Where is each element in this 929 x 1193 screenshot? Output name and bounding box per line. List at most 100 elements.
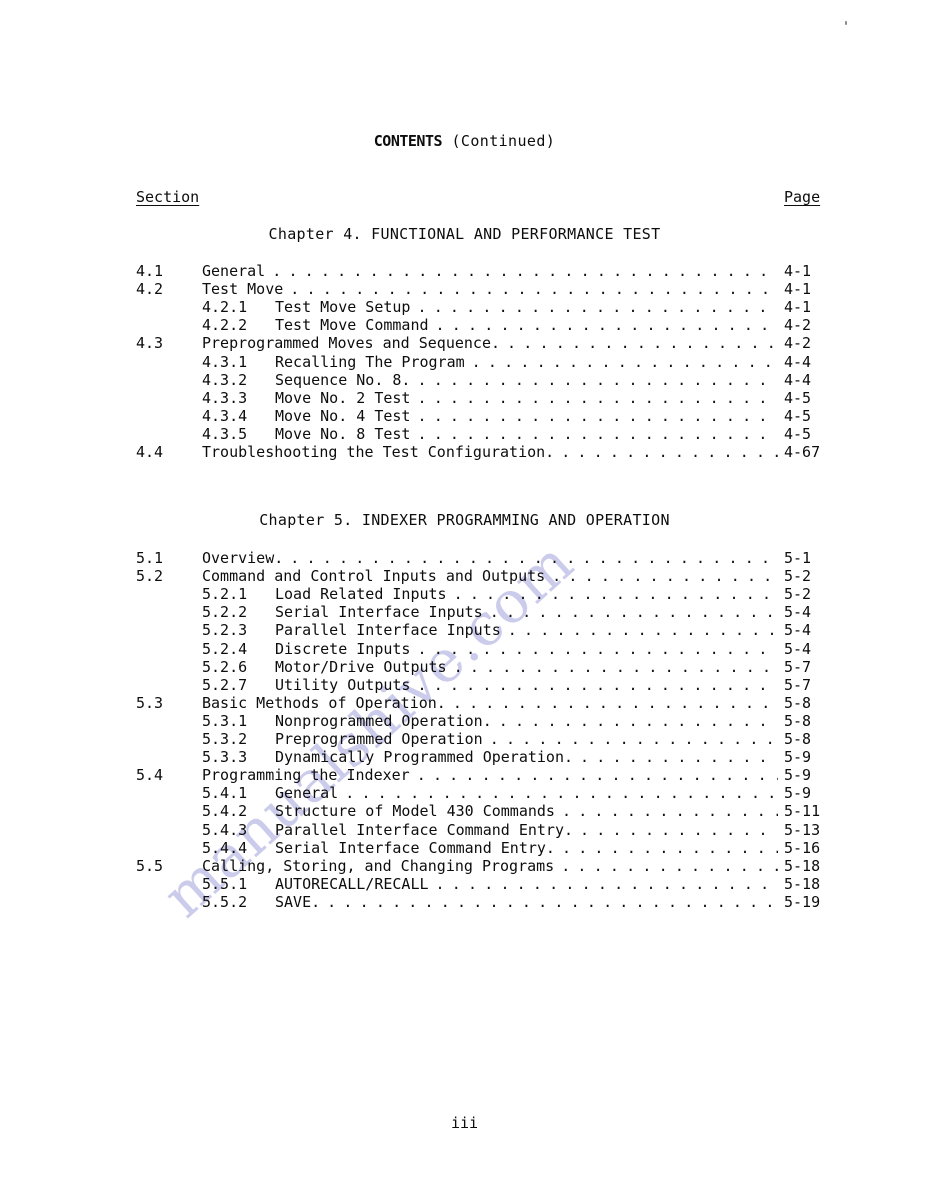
- toc-row[interactable]: 5.5 Calling, Storing, and Changing Progra…: [136, 857, 820, 875]
- toc-entry-page: 5-9: [784, 748, 812, 767]
- toc-entry-title: Sequence No. 8.: [275, 370, 411, 389]
- toc-entry-page: 5-13: [784, 820, 821, 839]
- toc-entry-number: 5.5.1: [202, 874, 248, 893]
- toc-row[interactable]: 5.2 Command and Control Inputs and Output…: [136, 567, 820, 585]
- toc-row[interactable]: 5.4.3 Parallel Interface Command Entry. 5-…: [136, 821, 820, 839]
- toc-row[interactable]: 5.2.3 Parallel Interface Inputs 5-4.......…: [136, 621, 820, 639]
- toc-leader-dots: ........................................…: [561, 802, 778, 821]
- toc-row[interactable]: 5.4 Programming the Indexer 5-9...........…: [136, 766, 820, 784]
- toc-entry-page: 5-8: [784, 730, 812, 748]
- toc-row[interactable]: 5.2.2 Serial Interface Inputs 5-4.........…: [136, 603, 820, 621]
- toc-leader-dots: ........................................…: [580, 820, 778, 839]
- toc-row[interactable]: 4.3.2 Sequence No. 8. 4-4.................…: [136, 371, 820, 389]
- toc-entry-number: 4.1: [136, 262, 164, 280]
- toc-entry-page: 4-67: [784, 443, 821, 461]
- toc-entry-page: 5-4: [784, 639, 812, 658]
- toc-entry-title: Command and Control Inputs and Outputs: [202, 567, 546, 586]
- toc-leader-dots: ........................................…: [507, 621, 778, 640]
- toc-row[interactable]: 5.5.1 AUTORECALL/RECALL 5-18..............…: [136, 875, 820, 893]
- toc-entry-title: Nonprogrammed Operation.: [275, 711, 492, 730]
- toc-entry-page: 4-4: [784, 370, 812, 389]
- toc-leader-dots: ........................................…: [290, 549, 778, 567]
- toc-row[interactable]: 5.2.7 Utility Outputs 5-7.................…: [136, 676, 820, 694]
- toc-entry-number: 5.2.7: [202, 675, 248, 694]
- toc-entry-number: 4.3.4: [202, 406, 248, 425]
- toc-row[interactable]: 5.2.6 Motor/Drive Outputs 5-7.............…: [136, 658, 820, 676]
- toc-row[interactable]: 4.4 Troubleshooting the Test Configuratio…: [136, 443, 820, 461]
- toc-entry-page: 5-2: [784, 567, 812, 586]
- toc-entry-number: 5.3: [136, 693, 164, 712]
- toc-leader-dots: ........................................…: [561, 443, 778, 461]
- toc-entry-number: 5.2.6: [202, 657, 248, 676]
- toc-row[interactable]: 4.2.1 Test Move Setup 4-1.................…: [136, 298, 820, 316]
- toc-entry-page: 5-16: [784, 838, 821, 857]
- toc-entry-title: Preprogrammed Moves and Sequence.: [202, 334, 501, 353]
- toc-entry-page: 5-1: [784, 549, 812, 567]
- toc-entry-title: Utility Outputs: [275, 675, 411, 694]
- toc-leader-dots: ........................................…: [417, 298, 778, 317]
- toc-row[interactable]: 4.3 Preprogrammed Moves and Sequence. 4-2.…: [136, 334, 820, 352]
- toc-entry-title: Move No. 2 Test: [275, 388, 411, 407]
- toc-entry-title: Recalling The Program: [275, 352, 465, 371]
- toc-entry-page: 4-5: [784, 406, 812, 425]
- toc-entry-title: SAVE.: [275, 892, 321, 911]
- page-folio: iii: [450, 1114, 479, 1132]
- toc-leader-dots: ........................................…: [417, 388, 778, 407]
- toc-leader-dots: ........................................…: [416, 766, 778, 785]
- toc-entry-title: Serial Interface Inputs: [275, 603, 483, 622]
- toc-row[interactable]: 5.4.2 Structure of Model 430 Commands 5-11…: [136, 802, 820, 820]
- toc-entry-page: 5-9: [784, 784, 812, 803]
- toc-entry-number: 4.3.2: [202, 370, 248, 389]
- toc-leader-dots: ........................................…: [417, 675, 778, 694]
- toc-row[interactable]: 4.2.2 Test Move Command 4-2...............…: [136, 316, 820, 334]
- toc-entry-title: Move No. 4 Test: [275, 406, 411, 425]
- toc-row[interactable]: 5.4.1 General 5-9.........................…: [136, 784, 820, 802]
- toc-entry-number: 5.2.2: [202, 603, 248, 622]
- toc-entry-page: 4-5: [784, 388, 812, 407]
- toc-entry-number: 4.2.1: [202, 298, 248, 317]
- scan-speck: [845, 21, 847, 25]
- page-column-header: Page: [784, 188, 821, 206]
- toc-entry-number: 5.4.2: [202, 802, 248, 821]
- chapter-4-heading: Chapter 4. FUNCTIONAL AND PERFORMANCE TE…: [268, 225, 661, 243]
- toc-row[interactable]: 5.3.1 Nonprogrammed Operation. 5-8........…: [136, 712, 820, 730]
- toc-leader-dots: ........................................…: [417, 406, 778, 425]
- toc-entry-page: 5-9: [784, 766, 812, 785]
- toc-entry-page: 5-7: [784, 657, 812, 676]
- toc-leader-dots: ........................................…: [489, 730, 778, 748]
- toc-row[interactable]: 5.3 Basic Methods of Operation. 5-8.......…: [136, 694, 820, 712]
- toc-row[interactable]: 5.2.4 Discrete Inputs 5-4.................…: [136, 640, 820, 658]
- toc-row[interactable]: 4.3.1 Recalling The Program 4-4...........…: [136, 353, 820, 371]
- toc-entry-title: AUTORECALL/RECALL: [275, 874, 429, 893]
- toc-row[interactable]: 5.5.2 SAVE. 5-19..........................…: [136, 893, 820, 911]
- toc-leader-dots: ........................................…: [453, 657, 778, 676]
- toc-entry-number: 5.2.1: [202, 585, 248, 604]
- toc-row[interactable]: 4.2 Test Move 4-1.........................…: [136, 280, 820, 298]
- toc-row[interactable]: 4.3.3 Move No. 2 Test 4-5.................…: [136, 389, 820, 407]
- toc-entry-title: Test Move Command: [275, 316, 429, 335]
- toc-entry-page: 4-1: [784, 262, 812, 280]
- page-title: CONTENTS (Continued): [0, 132, 929, 150]
- toc-entry-title: General: [275, 784, 339, 803]
- scanned-page: manualshive.com CONTENTS (Continued) Sec…: [0, 0, 929, 1193]
- toc-entry-page: 5-18: [784, 874, 821, 893]
- toc-entry-page: 5-8: [784, 693, 812, 712]
- toc-entry-title: Preprogrammed Operation: [275, 730, 483, 748]
- page-title-continued: (Continued): [451, 132, 556, 150]
- toc-entry-title: Parallel Interface Inputs: [275, 621, 501, 640]
- toc-row[interactable]: 4.3.4 Move No. 4 Test 4-5.................…: [136, 407, 820, 425]
- toc-row[interactable]: 5.3.3 Dynamically Programmed Operation. 5-…: [136, 748, 820, 766]
- toc-row[interactable]: 4.1 General 4-1...........................…: [136, 262, 820, 280]
- toc-row[interactable]: 5.2.1 Load Related Inputs 5-2.............…: [136, 585, 820, 603]
- toc-row[interactable]: 5.4.4 Serial Interface Command Entry. 5-16…: [136, 839, 820, 857]
- toc-row[interactable]: 5.3.2 Preprogrammed Operation 5-8.........…: [136, 730, 820, 748]
- toc-entry-title: Load Related Inputs: [275, 585, 447, 604]
- toc-entry-number: 5.4.1: [202, 784, 248, 803]
- toc-row[interactable]: 5.1 Overview. 5-1.........................…: [136, 549, 820, 567]
- toc-entry-number: 5.3.3: [202, 748, 248, 767]
- toc-entry-number: 5.2.4: [202, 639, 248, 658]
- toc-entry-number: 5.3.1: [202, 711, 248, 730]
- toc-row[interactable]: 4.3.5 Move No. 8 Test 4-5.................…: [136, 425, 820, 443]
- toc-leader-dots: ........................................…: [272, 262, 778, 280]
- toc-leader-dots: ........................................…: [327, 892, 778, 911]
